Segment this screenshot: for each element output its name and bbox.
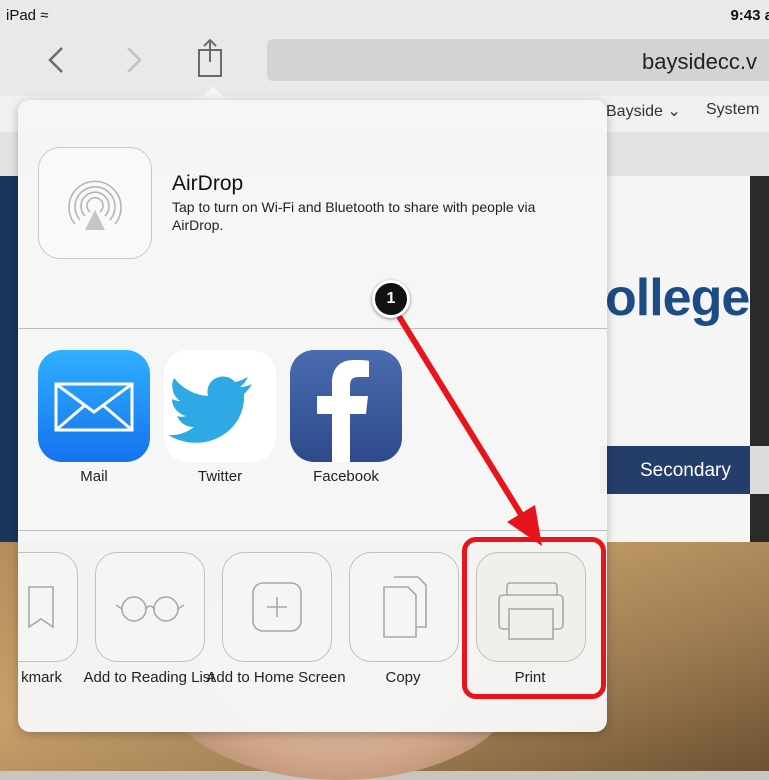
- site-nav: Secondary: [600, 446, 769, 494]
- share-apps: Mail Twitter Facebook: [18, 328, 607, 531]
- step-number-badge: 1: [372, 280, 410, 318]
- app-label-twitter: Twitter: [197, 468, 243, 485]
- app-label-facebook: Facebook: [313, 468, 379, 485]
- glasses-icon: [115, 596, 185, 622]
- action-add-to-home-screen[interactable]: [222, 552, 332, 662]
- nav-item-secondary[interactable]: Secondary: [640, 460, 731, 482]
- share-icon[interactable]: [194, 36, 226, 78]
- print-highlight-box: [462, 537, 606, 699]
- airdrop-button[interactable]: [38, 147, 152, 259]
- action-label-copy: Copy: [385, 669, 421, 686]
- action-add-to-reading-list[interactable]: [95, 552, 205, 662]
- plus-icon: [252, 582, 302, 632]
- status-bar: iPad ≈ 9:43 a: [0, 0, 769, 28]
- facebook-icon: [317, 360, 369, 462]
- action-label-reading-list: Add to Reading List: [83, 669, 215, 686]
- site-logo-text: ollege: [605, 269, 750, 327]
- app-twitter[interactable]: [164, 350, 276, 462]
- action-label-home-screen: Add to Home Screen: [206, 669, 346, 686]
- chevron-right-icon[interactable]: [118, 42, 148, 78]
- app-label-mail: Mail: [80, 468, 108, 485]
- action-copy[interactable]: [349, 552, 459, 662]
- mail-icon: [54, 382, 134, 432]
- bookmark-bayside[interactable]: Bayside ⌄: [606, 101, 681, 121]
- copy-icon: [383, 576, 427, 638]
- airdrop-section: AirDrop Tap to turn on Wi-Fi and Bluetoo…: [18, 100, 607, 329]
- action-bookmark[interactable]: [18, 552, 78, 662]
- bookmark-icon: [28, 586, 54, 629]
- app-mail[interactable]: [38, 350, 150, 462]
- airdrop-icon: [68, 180, 122, 230]
- action-label-bookmark: kmark: [21, 669, 62, 686]
- app-facebook[interactable]: [290, 350, 402, 462]
- twitter-bird-icon: [168, 376, 252, 443]
- airdrop-title: AirDrop: [172, 172, 244, 195]
- clock: 9:43 a: [730, 7, 769, 24]
- address-bar[interactable]: baysidecc.v: [267, 39, 769, 81]
- page-edge: [0, 176, 18, 542]
- bookmark-system[interactable]: System: [706, 101, 759, 119]
- browser-toolbar: baysidecc.v: [0, 28, 769, 97]
- wifi-icon: ≈: [40, 7, 49, 24]
- nav-divider: [750, 446, 769, 494]
- airdrop-description: Tap to turn on Wi-Fi and Bluetooth to sh…: [172, 199, 536, 233]
- chevron-left-icon[interactable]: [42, 42, 72, 78]
- device-label: iPad ≈: [6, 7, 49, 24]
- url-text: baysidecc.v: [642, 49, 757, 74]
